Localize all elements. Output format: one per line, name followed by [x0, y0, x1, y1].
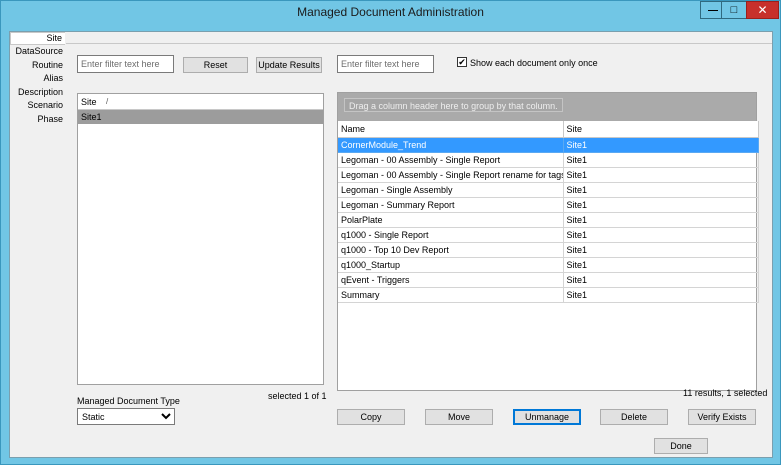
close-button[interactable]: ✕	[746, 1, 779, 19]
doc-site-cell: Site1	[563, 167, 759, 183]
tab-alias[interactable]: Alias	[10, 72, 66, 86]
doc-site-cell: Site1	[563, 227, 759, 243]
table-row[interactable]: CornerModule_Trend Site1	[338, 137, 759, 153]
site-selection-status: selected 1 of 1	[268, 391, 327, 401]
table-row[interactable]: Legoman - 00 Assembly - Single Report Sit…	[338, 152, 759, 168]
maximize-button[interactable]: □	[721, 1, 747, 19]
copy-button[interactable]: Copy	[337, 409, 405, 425]
table-row[interactable]: q1000 - Top 10 Dev Report Site1	[338, 242, 759, 258]
client-area: Site DataSource Routine Alias Descriptio…	[9, 31, 773, 458]
site-filter-input[interactable]	[77, 55, 174, 73]
update-results-button[interactable]: Update Results	[256, 57, 322, 73]
doc-name-cell: Summary	[338, 287, 564, 303]
site-row[interactable]: Site1	[78, 110, 323, 124]
window-title: Managed Document Administration	[297, 5, 484, 19]
table-row[interactable]: Legoman - 00 Assembly - Single Report re…	[338, 167, 759, 183]
results-status: 11 results, 1 selected	[683, 388, 768, 398]
doc-site-cell: Site1	[563, 272, 759, 288]
category-tabs: Site DataSource Routine Alias Descriptio…	[10, 32, 66, 126]
doc-type-label: Managed Document Type	[77, 396, 180, 406]
group-by-area[interactable]: Drag a column header here to group by th…	[338, 93, 756, 121]
close-icon: ✕	[757, 3, 768, 17]
minimize-icon: —	[708, 4, 718, 16]
doc-site-cell: Site1	[563, 152, 759, 168]
doc-name-cell: qEvent - Triggers	[338, 272, 564, 288]
show-once-checkbox[interactable]: ✔	[457, 57, 467, 67]
doc-name-cell: q1000 - Top 10 Dev Report	[338, 242, 564, 258]
doc-site-cell: Site1	[563, 257, 759, 273]
doc-name-cell: q1000_Startup	[338, 257, 564, 273]
table-row[interactable]: Legoman - Summary Report Site1	[338, 197, 759, 213]
done-button[interactable]: Done	[654, 438, 708, 454]
site-header-label: Site	[81, 96, 97, 107]
tab-site[interactable]: Site	[10, 32, 65, 45]
table-row[interactable]: q1000 - Single Report Site1	[338, 227, 759, 243]
doc-name-cell: CornerModule_Trend	[338, 137, 564, 153]
table-row[interactable]: qEvent - Triggers Site1	[338, 272, 759, 288]
doc-name-cell: Legoman - Summary Report	[338, 197, 564, 213]
site-tab-panel: Reset Update Results ✔ Show each documen…	[66, 43, 772, 426]
tab-routine[interactable]: Routine	[10, 59, 66, 73]
checkmark-icon: ✔	[458, 56, 466, 67]
document-filter-input[interactable]	[337, 55, 434, 73]
site-column-header[interactable]: Site /	[78, 94, 323, 110]
maximize-icon: □	[730, 4, 738, 16]
doc-name-cell: q1000 - Single Report	[338, 227, 564, 243]
doc-name-cell: Legoman - 00 Assembly - Single Report	[338, 152, 564, 168]
site-grid: Site / Site1	[77, 93, 324, 385]
name-column-header[interactable]: Name	[338, 121, 564, 138]
site-column-header[interactable]: Site	[563, 121, 759, 138]
table-row[interactable]: Legoman - Single Assembly Site1	[338, 182, 759, 198]
verify-exists-button[interactable]: Verify Exists	[688, 409, 756, 425]
doc-site-cell: Site1	[563, 197, 759, 213]
doc-type-select[interactable]: Static	[77, 408, 175, 425]
tab-phase[interactable]: Phase	[10, 113, 66, 127]
reset-button[interactable]: Reset	[183, 57, 248, 73]
doc-site-cell: Site1	[563, 242, 759, 258]
unmanage-button[interactable]: Unmanage	[513, 409, 581, 425]
doc-name-cell: Legoman - 00 Assembly - Single Report re…	[338, 167, 564, 183]
doc-site-cell: Site1	[563, 212, 759, 228]
show-once-label[interactable]: Show each document only once	[470, 58, 598, 68]
document-grid: Drag a column header here to group by th…	[337, 92, 759, 391]
table-row[interactable]: Summary Site1	[338, 287, 759, 303]
move-button[interactable]: Move	[425, 409, 493, 425]
group-by-hint: Drag a column header here to group by th…	[344, 98, 563, 112]
table-row[interactable]: q1000_Startup Site1	[338, 257, 759, 273]
doc-site-cell: Site1	[563, 137, 759, 153]
tab-datasource[interactable]: DataSource	[10, 45, 66, 59]
app-window: Managed Document Administration — □ ✕ Si…	[0, 0, 781, 465]
doc-site-cell: Site1	[563, 182, 759, 198]
tab-scenario[interactable]: Scenario	[10, 99, 66, 113]
tab-description[interactable]: Description	[10, 86, 66, 100]
doc-name-cell: Legoman - Single Assembly	[338, 182, 564, 198]
delete-button[interactable]: Delete	[600, 409, 668, 425]
doc-name-cell: PolarPlate	[338, 212, 564, 228]
document-table: Name Site CornerModule_Trend Site1 Legoma…	[338, 121, 759, 303]
sort-indicator-icon: /	[106, 97, 109, 106]
title-bar[interactable]: Managed Document Administration — □ ✕	[1, 1, 780, 25]
doc-site-cell: Site1	[563, 287, 759, 303]
table-row[interactable]: PolarPlate Site1	[338, 212, 759, 228]
